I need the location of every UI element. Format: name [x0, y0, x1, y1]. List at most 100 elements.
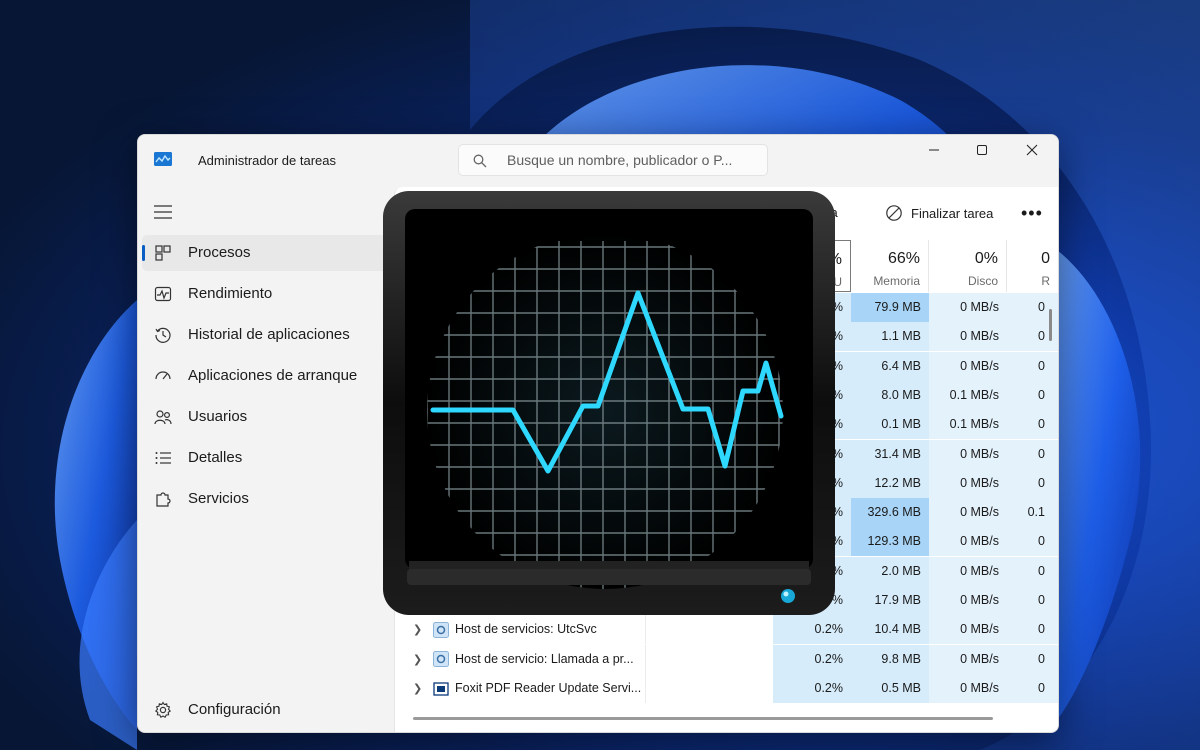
sidebar-item-label: Servicios [188, 490, 249, 507]
settings-label: Configuración [188, 701, 281, 718]
sidebar-item-configuracion[interactable]: Configuración [142, 692, 390, 728]
process-memory: 9.8 MB [851, 644, 929, 674]
title-bar: Administrador de tareas Busque un nombre… [138, 135, 1058, 187]
maximize-icon [977, 145, 987, 155]
sidebar-item-label: Usuarios [188, 408, 248, 425]
process-disk: 0 MB/s [929, 322, 1007, 352]
process-memory: 1.1 MB [851, 322, 929, 352]
sidebar-item-rendimiento[interactable]: Rendimiento [142, 276, 390, 312]
gear-icon [154, 701, 172, 718]
users-icon [154, 410, 172, 425]
end-task-icon [886, 205, 902, 221]
process-network: 0 [1007, 644, 1058, 674]
network-percent: 0 [1041, 250, 1050, 267]
active-indicator [142, 245, 145, 261]
process-memory: 10.4 MB [851, 615, 929, 645]
hamburger-menu-icon[interactable] [154, 205, 172, 219]
disk-percent: 0% [974, 250, 998, 267]
sidebar-item-arranque[interactable]: Aplicaciones de arranque [142, 358, 390, 394]
process-memory: 6.4 MB [851, 351, 929, 381]
sidebar-item-procesos[interactable]: Procesos [142, 235, 390, 271]
expand-chevron-icon[interactable]: ❯ [413, 616, 427, 644]
sidebar-item-usuarios[interactable]: Usuarios [142, 399, 390, 435]
process-name-text: Host de servicio: Llamada a pr... [455, 651, 634, 666]
horizontal-scrollbar[interactable] [413, 717, 993, 720]
service-gear-icon [433, 651, 449, 668]
sidebar-item-detalles[interactable]: Detalles [142, 440, 390, 476]
column-header-memory[interactable]: 66% Memoria [851, 240, 929, 292]
process-network: 0 [1007, 586, 1058, 615]
process-memory: 31.4 MB [851, 439, 929, 469]
process-status [645, 644, 773, 674]
process-disk: 0 MB/s [929, 527, 1007, 557]
process-network: 0 [1007, 380, 1058, 410]
sidebar-item-label: Rendimiento [188, 285, 273, 302]
process-disk: 0 MB/s [929, 498, 1007, 528]
end-task-button[interactable]: Finalizar tarea [911, 206, 993, 221]
search-placeholder: Busque un nombre, publicador o P... [507, 152, 733, 168]
task-manager-app-icon [154, 152, 172, 166]
process-cpu: 0.2% [773, 673, 851, 703]
process-name-text: Host de servicios: UtcSvc [455, 622, 597, 637]
process-disk: 0 MB/s [929, 468, 1007, 498]
process-disk: 0.1 MB/s [929, 410, 1007, 440]
memory-percent: 66% [887, 250, 920, 267]
app-window-icon [433, 681, 449, 696]
process-network: 0 [1007, 556, 1058, 586]
performance-chart-icon [154, 286, 172, 302]
table-row[interactable]: ❯ Host de servicio: Llamada a pr... 0.2% 9.… [395, 644, 1058, 674]
table-row[interactable]: ❯ Host de servicios: UtcSvc 0.2% 10.4 MB 0 M… [395, 615, 1058, 645]
process-network: 0 [1007, 527, 1058, 557]
process-name: ❯ Foxit PDF Reader Update Servi... [395, 674, 645, 703]
service-gear-icon [433, 622, 449, 638]
process-network: 0 [1007, 351, 1058, 381]
sidebar-item-label: Procesos [188, 244, 251, 261]
process-network: 0 [1007, 468, 1058, 498]
expand-chevron-icon[interactable]: ❯ [413, 646, 427, 674]
sidebar-item-label: Aplicaciones de arranque [188, 367, 358, 384]
close-button[interactable] [1008, 135, 1056, 165]
minimize-button[interactable] [910, 135, 958, 165]
process-memory: 2.0 MB [851, 556, 929, 586]
process-name: ❯ Host de servicios: UtcSvc [395, 615, 645, 644]
column-header-disk[interactable]: 0% Disco [929, 240, 1007, 292]
sidebar-item-historial[interactable]: Historial de aplicaciones [142, 317, 390, 353]
process-memory: 0.1 MB [851, 410, 929, 440]
process-disk: 0 MB/s [929, 439, 1007, 469]
table-row[interactable]: ❯ Foxit PDF Reader Update Servi... 0.2% 0.5… [395, 673, 1058, 703]
process-cpu: 0.2% [773, 644, 851, 674]
process-memory: 0.5 MB [851, 673, 929, 703]
process-disk: 0 MB/s [929, 556, 1007, 586]
sidebar-item-servicios[interactable]: Servicios [142, 481, 390, 517]
process-memory: 12.2 MB [851, 468, 929, 498]
minimize-icon [929, 149, 939, 151]
column-header-network[interactable]: 0 R [1007, 240, 1058, 292]
sidebar-item-label: Detalles [188, 449, 243, 466]
search-input[interactable]: Busque un nombre, publicador o P... [458, 144, 768, 176]
process-disk: 0 MB/s [929, 586, 1007, 615]
startup-gauge-icon [155, 371, 171, 380]
process-memory: 17.9 MB [851, 586, 929, 615]
process-status [645, 673, 773, 703]
process-disk: 0 MB/s [929, 351, 1007, 381]
disk-column-name: Disco [967, 274, 998, 288]
details-list-icon [155, 452, 171, 464]
process-name: ❯ Host de servicio: Llamada a pr... [395, 645, 645, 674]
more-options-icon[interactable]: ••• [1021, 203, 1043, 224]
process-memory: 79.9 MB [851, 293, 929, 322]
process-network: 0 [1007, 410, 1058, 440]
expand-chevron-icon[interactable]: ❯ [413, 675, 427, 703]
sidebar-item-label: Historial de aplicaciones [188, 326, 350, 343]
process-memory: 129.3 MB [851, 527, 929, 557]
process-memory: 8.0 MB [851, 380, 929, 410]
process-status [645, 615, 773, 645]
maximize-button[interactable] [958, 135, 1006, 165]
process-memory: 329.6 MB [851, 498, 929, 528]
vertical-scrollbar[interactable] [1049, 309, 1052, 341]
process-name-text: Foxit PDF Reader Update Servi... [455, 680, 642, 695]
process-disk: 0 MB/s [929, 644, 1007, 674]
processes-grid-icon [155, 245, 171, 261]
services-puzzle-icon [156, 492, 171, 507]
process-network: 0.1 [1007, 498, 1058, 528]
close-icon [1026, 144, 1038, 156]
